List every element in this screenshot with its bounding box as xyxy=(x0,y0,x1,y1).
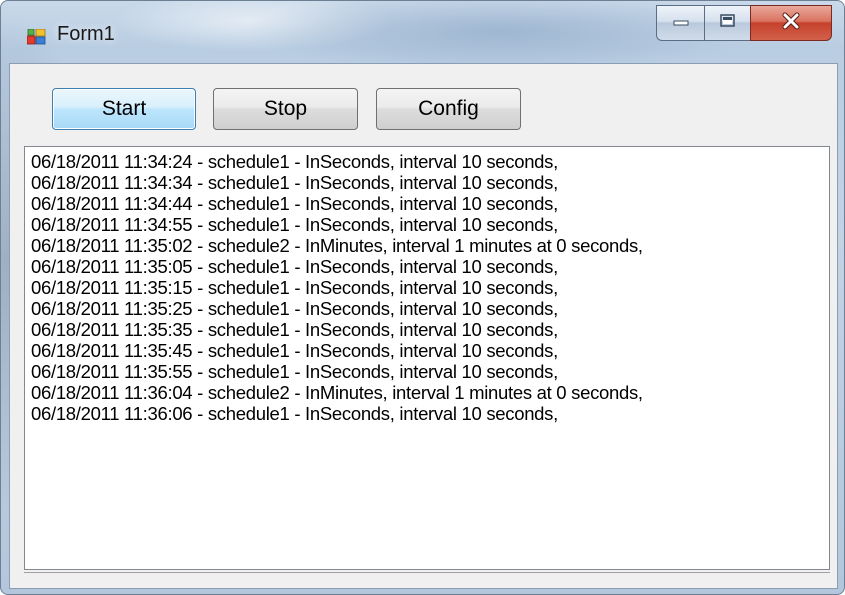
log-line: 06/18/2011 11:34:24 - schedule1 - InSeco… xyxy=(31,151,558,172)
start-button[interactable]: Start xyxy=(52,88,196,130)
bottom-border xyxy=(24,572,830,580)
minimize-button[interactable] xyxy=(656,5,704,41)
maximize-button[interactable] xyxy=(704,5,750,41)
close-button[interactable] xyxy=(750,5,832,41)
stop-button[interactable]: Stop xyxy=(213,88,358,130)
close-icon xyxy=(780,11,802,36)
log-line: 06/18/2011 11:35:02 - schedule2 - InMinu… xyxy=(31,235,643,256)
log-line: 06/18/2011 11:34:34 - schedule1 - InSeco… xyxy=(31,172,558,193)
log-line: 06/18/2011 11:36:04 - schedule2 - InMinu… xyxy=(31,382,643,403)
app-window: Form1 Start Stop Config 06/18/2011 11:34… xyxy=(0,0,845,595)
log-line: 06/18/2011 11:36:06 - schedule1 - InSeco… xyxy=(31,403,558,424)
config-button[interactable]: Config xyxy=(376,88,521,130)
window-title: Form1 xyxy=(57,23,115,45)
log-line: 06/18/2011 11:35:55 - schedule1 - InSeco… xyxy=(31,361,558,382)
log-line: 06/18/2011 11:35:25 - schedule1 - InSeco… xyxy=(31,298,558,319)
winforms-app-icon xyxy=(26,28,47,47)
minimize-icon xyxy=(672,14,690,32)
title-bar[interactable]: Form1 xyxy=(1,1,844,63)
log-textbox[interactable]: 06/18/2011 11:34:24 - schedule1 - InSeco… xyxy=(24,146,830,570)
log-line: 06/18/2011 11:34:55 - schedule1 - InSeco… xyxy=(31,214,558,235)
log-line: 06/18/2011 11:35:45 - schedule1 - InSeco… xyxy=(31,340,558,361)
log-line: 06/18/2011 11:35:35 - schedule1 - InSeco… xyxy=(31,319,558,340)
maximize-icon xyxy=(719,13,737,34)
log-line: 06/18/2011 11:35:05 - schedule1 - InSeco… xyxy=(31,256,558,277)
form-client-area: Start Stop Config 06/18/2011 11:34:24 - … xyxy=(9,63,838,589)
caption-buttons xyxy=(656,5,832,43)
log-line: 06/18/2011 11:34:44 - schedule1 - InSeco… xyxy=(31,193,558,214)
log-line: 06/18/2011 11:35:15 - schedule1 - InSeco… xyxy=(31,277,558,298)
